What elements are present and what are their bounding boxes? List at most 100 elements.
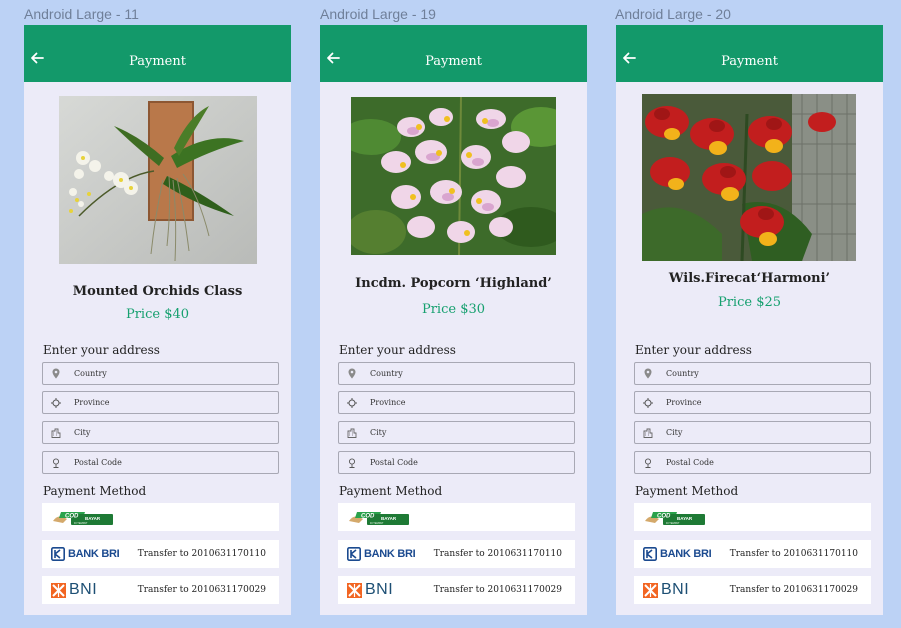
field-placeholder: Province (666, 398, 702, 407)
bni-name: BNI (661, 581, 690, 598)
cod-text: COD (65, 513, 79, 519)
bni-payment-option[interactable]: BNI Transfer to 2010631170029 (634, 576, 871, 604)
pin-outline-icon (643, 457, 653, 469)
frame-label: Android Large - 19 (320, 6, 436, 22)
bri-logo: BANK BRI (643, 547, 712, 561)
address-label: Enter your address (43, 343, 160, 357)
city-field[interactable]: City (338, 421, 575, 444)
field-placeholder: Postal Code (666, 458, 714, 467)
building-icon (347, 427, 357, 439)
cod-sub-text: DI TEMPAT (74, 521, 88, 525)
cod-payment-option[interactable]: COD BAYAR DI TEMPAT (634, 503, 871, 531)
province-field[interactable]: Province (634, 391, 871, 414)
product-image (642, 94, 856, 261)
postal-code-field[interactable]: Postal Code (42, 451, 279, 474)
cod-badge-text: BAYAR (85, 516, 101, 521)
field-placeholder: City (74, 428, 91, 437)
bni-payment-option[interactable]: BNI Transfer to 2010631170029 (42, 576, 279, 604)
phone-screen-orchids: Payment Mounted Orchids Class Price $40 … (24, 25, 291, 615)
location-pin-icon (347, 368, 357, 380)
bni-transfer-note: Transfer to 2010631170029 (729, 585, 858, 595)
postal-code-field[interactable]: Postal Code (634, 451, 871, 474)
cod-sub-text: DI TEMPAT (666, 521, 680, 525)
cod-payment-option[interactable]: COD BAYAR DI TEMPAT (338, 503, 575, 531)
bni-payment-option[interactable]: BNI Transfer to 2010631170029 (338, 576, 575, 604)
field-placeholder: Postal Code (74, 458, 122, 467)
address-label: Enter your address (635, 343, 752, 357)
app-bar: Payment (320, 25, 587, 82)
bri-mark-icon (51, 547, 65, 561)
bri-payment-option[interactable]: BANK BRI Transfer to 2010631170110 (634, 540, 871, 568)
bri-transfer-note: Transfer to 2010631170110 (137, 549, 266, 559)
field-placeholder: Country (370, 369, 403, 378)
cod-logo: COD BAYAR DI TEMPAT (643, 509, 705, 525)
phone-screen-popcorn: Payment Incdm. Popcorn ‘Highland’ Price … (320, 25, 587, 615)
country-field[interactable]: Country (338, 362, 575, 385)
bni-logo: BNI (643, 581, 689, 599)
province-field[interactable]: Province (338, 391, 575, 414)
page-title: Payment (129, 54, 186, 69)
payment-method-label: Payment Method (43, 484, 147, 498)
app-bar: Payment (616, 25, 883, 82)
bri-name: BANK BRI (660, 548, 712, 560)
bni-name: BNI (69, 581, 98, 598)
bni-name: BNI (365, 581, 394, 598)
bri-payment-option[interactable]: BANK BRI Transfer to 2010631170110 (338, 540, 575, 568)
building-icon (51, 427, 61, 439)
bri-mark-icon (347, 547, 361, 561)
field-placeholder: Province (74, 398, 110, 407)
crosshair-icon (347, 397, 357, 409)
bri-transfer-note: Transfer to 2010631170110 (433, 549, 562, 559)
bri-mark-icon (643, 547, 657, 561)
bri-logo: BANK BRI (51, 547, 120, 561)
app-bar: Payment (24, 25, 291, 82)
bni-logo: BNI (51, 581, 97, 599)
cod-badge-text: BAYAR (677, 516, 693, 521)
product-name: Mounted Orchids Class (72, 284, 243, 299)
bri-transfer-note: Transfer to 2010631170110 (729, 549, 858, 559)
country-field[interactable]: Country (42, 362, 279, 385)
product-price: Price $30 (421, 302, 486, 317)
cod-payment-option[interactable]: COD BAYAR DI TEMPAT (42, 503, 279, 531)
location-pin-icon (643, 368, 653, 380)
bri-logo: BANK BRI (347, 547, 416, 561)
field-placeholder: Country (666, 369, 699, 378)
postal-code-field[interactable]: Postal Code (338, 451, 575, 474)
city-field[interactable]: City (634, 421, 871, 444)
product-price: Price $25 (717, 295, 782, 310)
bri-name: BANK BRI (364, 548, 416, 560)
bni-logo: BNI (347, 581, 393, 599)
bri-name: BANK BRI (68, 548, 120, 560)
cod-badge-text: BAYAR (381, 516, 397, 521)
crosshair-icon (51, 397, 61, 409)
bni-mark-icon (347, 582, 362, 598)
product-name: Incdm. Popcorn ‘Highland’ (355, 276, 552, 291)
city-field[interactable]: City (42, 421, 279, 444)
product-name: Wils.Firecat‘Harmoni’ (668, 271, 831, 286)
frame-label: Android Large - 11 (24, 6, 139, 22)
product-image (351, 97, 556, 255)
product-image (59, 96, 257, 264)
product-price: Price $40 (125, 307, 190, 322)
field-placeholder: Province (370, 398, 406, 407)
address-label: Enter your address (339, 343, 456, 357)
cod-logo: COD BAYAR DI TEMPAT (347, 509, 409, 525)
location-pin-icon (51, 368, 61, 380)
cod-logo: COD BAYAR DI TEMPAT (51, 509, 113, 525)
page-title: Payment (425, 54, 482, 69)
country-field[interactable]: Country (634, 362, 871, 385)
pin-outline-icon (51, 457, 61, 469)
bri-payment-option[interactable]: BANK BRI Transfer to 2010631170110 (42, 540, 279, 568)
page-title: Payment (721, 54, 778, 69)
bni-transfer-note: Transfer to 2010631170029 (433, 585, 562, 595)
cod-sub-text: DI TEMPAT (370, 521, 384, 525)
payment-method-label: Payment Method (635, 484, 739, 498)
building-icon (643, 427, 653, 439)
field-placeholder: Country (74, 369, 107, 378)
province-field[interactable]: Province (42, 391, 279, 414)
bni-transfer-note: Transfer to 2010631170029 (137, 585, 266, 595)
field-placeholder: City (370, 428, 387, 437)
crosshair-icon (643, 397, 653, 409)
payment-method-label: Payment Method (339, 484, 443, 498)
field-placeholder: Postal Code (370, 458, 418, 467)
